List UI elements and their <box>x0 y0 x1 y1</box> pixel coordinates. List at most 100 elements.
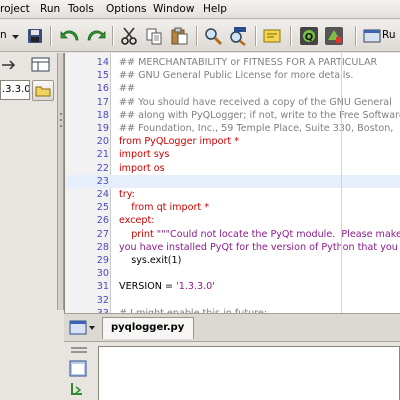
line-number: 20 <box>96 136 109 148</box>
dropdown-arrow-icon[interactable] <box>9 25 23 47</box>
save-icon[interactable] <box>24 25 46 47</box>
code-token: except: <box>119 215 155 227</box>
undo-icon[interactable] <box>58 25 80 47</box>
tab-list-icon[interactable] <box>68 318 98 338</box>
open-folder-button[interactable] <box>32 80 54 101</box>
code-text: except: <box>119 214 155 227</box>
find-next-icon[interactable] <box>226 25 248 47</box>
project-panel: .3.3.0/ <box>0 53 58 310</box>
code-text: import os <box>119 162 165 175</box>
shell-icon[interactable] <box>68 360 90 378</box>
shell-panel <box>64 341 400 400</box>
line-number: 22 <box>96 162 109 174</box>
code-text: print """Could not locate the PyQt modul… <box>119 228 400 241</box>
code-line[interactable]: 17 ## You should have received a copy of … <box>65 96 400 109</box>
tab-pyqlogger[interactable]: pyqlogger.py <box>102 317 194 339</box>
menu-run[interactable]: Run <box>40 3 60 15</box>
line-number: 31 <box>96 281 109 293</box>
code-line[interactable]: 31 VERSION = '1.3.3.0' <box>65 280 400 293</box>
code-token: you have installed PyQt for the version … <box>119 241 398 253</box>
code-token: sys <box>153 149 170 161</box>
code-text: ## along with PyQLogger; if not, write t… <box>119 109 400 122</box>
code-editor[interactable]: 14 ## MERCHANTABILITY or FITNESS FOR A PA… <box>64 53 400 313</box>
svg-text:Q: Q <box>305 32 314 43</box>
code-token: ## You should have received a copy of th… <box>119 96 392 108</box>
code-token: """Could not locate the PyQt module. Ple… <box>156 228 400 240</box>
code-line[interactable]: 15 ## GNU General Public License for more… <box>65 69 400 82</box>
code-token: import <box>119 162 154 174</box>
code-text: VERSION = '1.3.3.0' <box>119 280 215 293</box>
code-text: ## MERCHANTABILITY or FITNESS FOR A PART… <box>119 56 377 69</box>
line-number: 14 <box>96 57 109 68</box>
code-token: VERSION = <box>119 281 177 293</box>
layout-icon[interactable] <box>30 56 52 74</box>
code-token: import <box>119 149 154 161</box>
redo-icon[interactable] <box>84 25 106 47</box>
code-line[interactable]: 14 ## MERCHANTABILITY or FITNESS FOR A PA… <box>65 56 400 69</box>
code-token: from qt import * <box>119 202 209 214</box>
code-token: ## MERCHANTABILITY or FITNESS FOR A PART… <box>119 57 378 68</box>
line-number: 23 <box>96 175 109 187</box>
code-text: sys.exit(1) <box>119 254 181 267</box>
code-text: you have installed PyQt for the version … <box>119 241 398 254</box>
panel-arrow-icon[interactable] <box>0 57 22 73</box>
code-line[interactable]: 20 from PyQLogger import * <box>65 135 400 148</box>
code-text: import sys <box>119 148 169 161</box>
cut-icon[interactable] <box>118 25 140 47</box>
code-line[interactable]: 23 <box>65 174 400 188</box>
code-line[interactable]: 32 <box>65 294 400 307</box>
code-token: os <box>153 162 165 174</box>
code-token: ## GNU General Public License for more d… <box>119 70 354 82</box>
line-number: 24 <box>96 189 109 200</box>
code-line[interactable]: 22 import os <box>65 162 400 175</box>
edge-line <box>341 53 342 313</box>
code-line[interactable]: 21 import sys <box>65 148 400 161</box>
version-path-input[interactable]: .3.3.0/ <box>0 80 30 100</box>
main-toolbar: n Q Ru <box>0 20 400 52</box>
terminal-icon[interactable] <box>68 380 90 398</box>
menu-tools[interactable]: Tools <box>68 3 94 15</box>
copy-icon[interactable] <box>143 25 165 47</box>
code-line[interactable]: 19 ## Foundation, Inc., 59 Temple Place, … <box>65 122 400 135</box>
code-line[interactable]: 30 <box>65 267 400 280</box>
run-window-icon[interactable] <box>362 25 381 47</box>
bookmark-icon[interactable] <box>261 25 283 47</box>
left-bottom-area <box>0 310 64 400</box>
qt-designer-icon[interactable]: Q <box>298 25 320 47</box>
code-line[interactable]: 18 ## along with PyQLogger; if not, write… <box>65 109 400 122</box>
code-line[interactable]: 28 you have installed PyQt for the versio… <box>65 241 400 254</box>
code-token: print <box>119 228 157 240</box>
code-text: ## GNU General Public License for more d… <box>119 69 353 82</box>
code-token: from PyQLogger import * <box>119 136 240 148</box>
line-number: 29 <box>96 255 109 266</box>
code-line[interactable]: 26 except: <box>65 214 400 227</box>
menu-window[interactable]: Window <box>153 3 194 15</box>
line-number: 25 <box>96 202 109 214</box>
menu-project[interactable]: roject <box>0 3 30 15</box>
code-line[interactable]: 24 try: <box>65 188 400 201</box>
qt-linguist-icon[interactable] <box>323 25 345 47</box>
line-number: 30 <box>96 268 109 280</box>
code-token: try: <box>119 189 135 200</box>
toolbar-partial-label[interactable]: n <box>0 29 7 41</box>
code-line[interactable]: 16 ## <box>65 82 400 95</box>
line-number: 18 <box>96 109 109 121</box>
run-label[interactable]: Ru <box>382 29 395 41</box>
menu-options[interactable]: Options <box>106 3 147 15</box>
line-number: 32 <box>96 294 109 306</box>
line-number: 19 <box>96 123 109 134</box>
shell-output[interactable] <box>98 346 400 400</box>
line-number: 17 <box>96 96 109 108</box>
code-line[interactable]: 25 from qt import * <box>65 201 400 214</box>
code-text: from PyQLogger import * <box>119 135 239 148</box>
code-text: ## <box>119 82 135 95</box>
line-number: 28 <box>96 241 109 253</box>
code-token: ## Foundation, Inc., 59 Temple Place, Su… <box>119 123 394 134</box>
code-line[interactable]: 29 sys.exit(1) <box>65 254 400 267</box>
find-icon[interactable] <box>202 25 224 47</box>
code-line[interactable]: 27 print """Could not locate the PyQt mo… <box>65 228 400 241</box>
paste-icon[interactable] <box>168 25 190 47</box>
line-number: 15 <box>96 70 109 82</box>
code-text: try: <box>119 188 135 201</box>
menu-help[interactable]: Help <box>203 3 227 15</box>
